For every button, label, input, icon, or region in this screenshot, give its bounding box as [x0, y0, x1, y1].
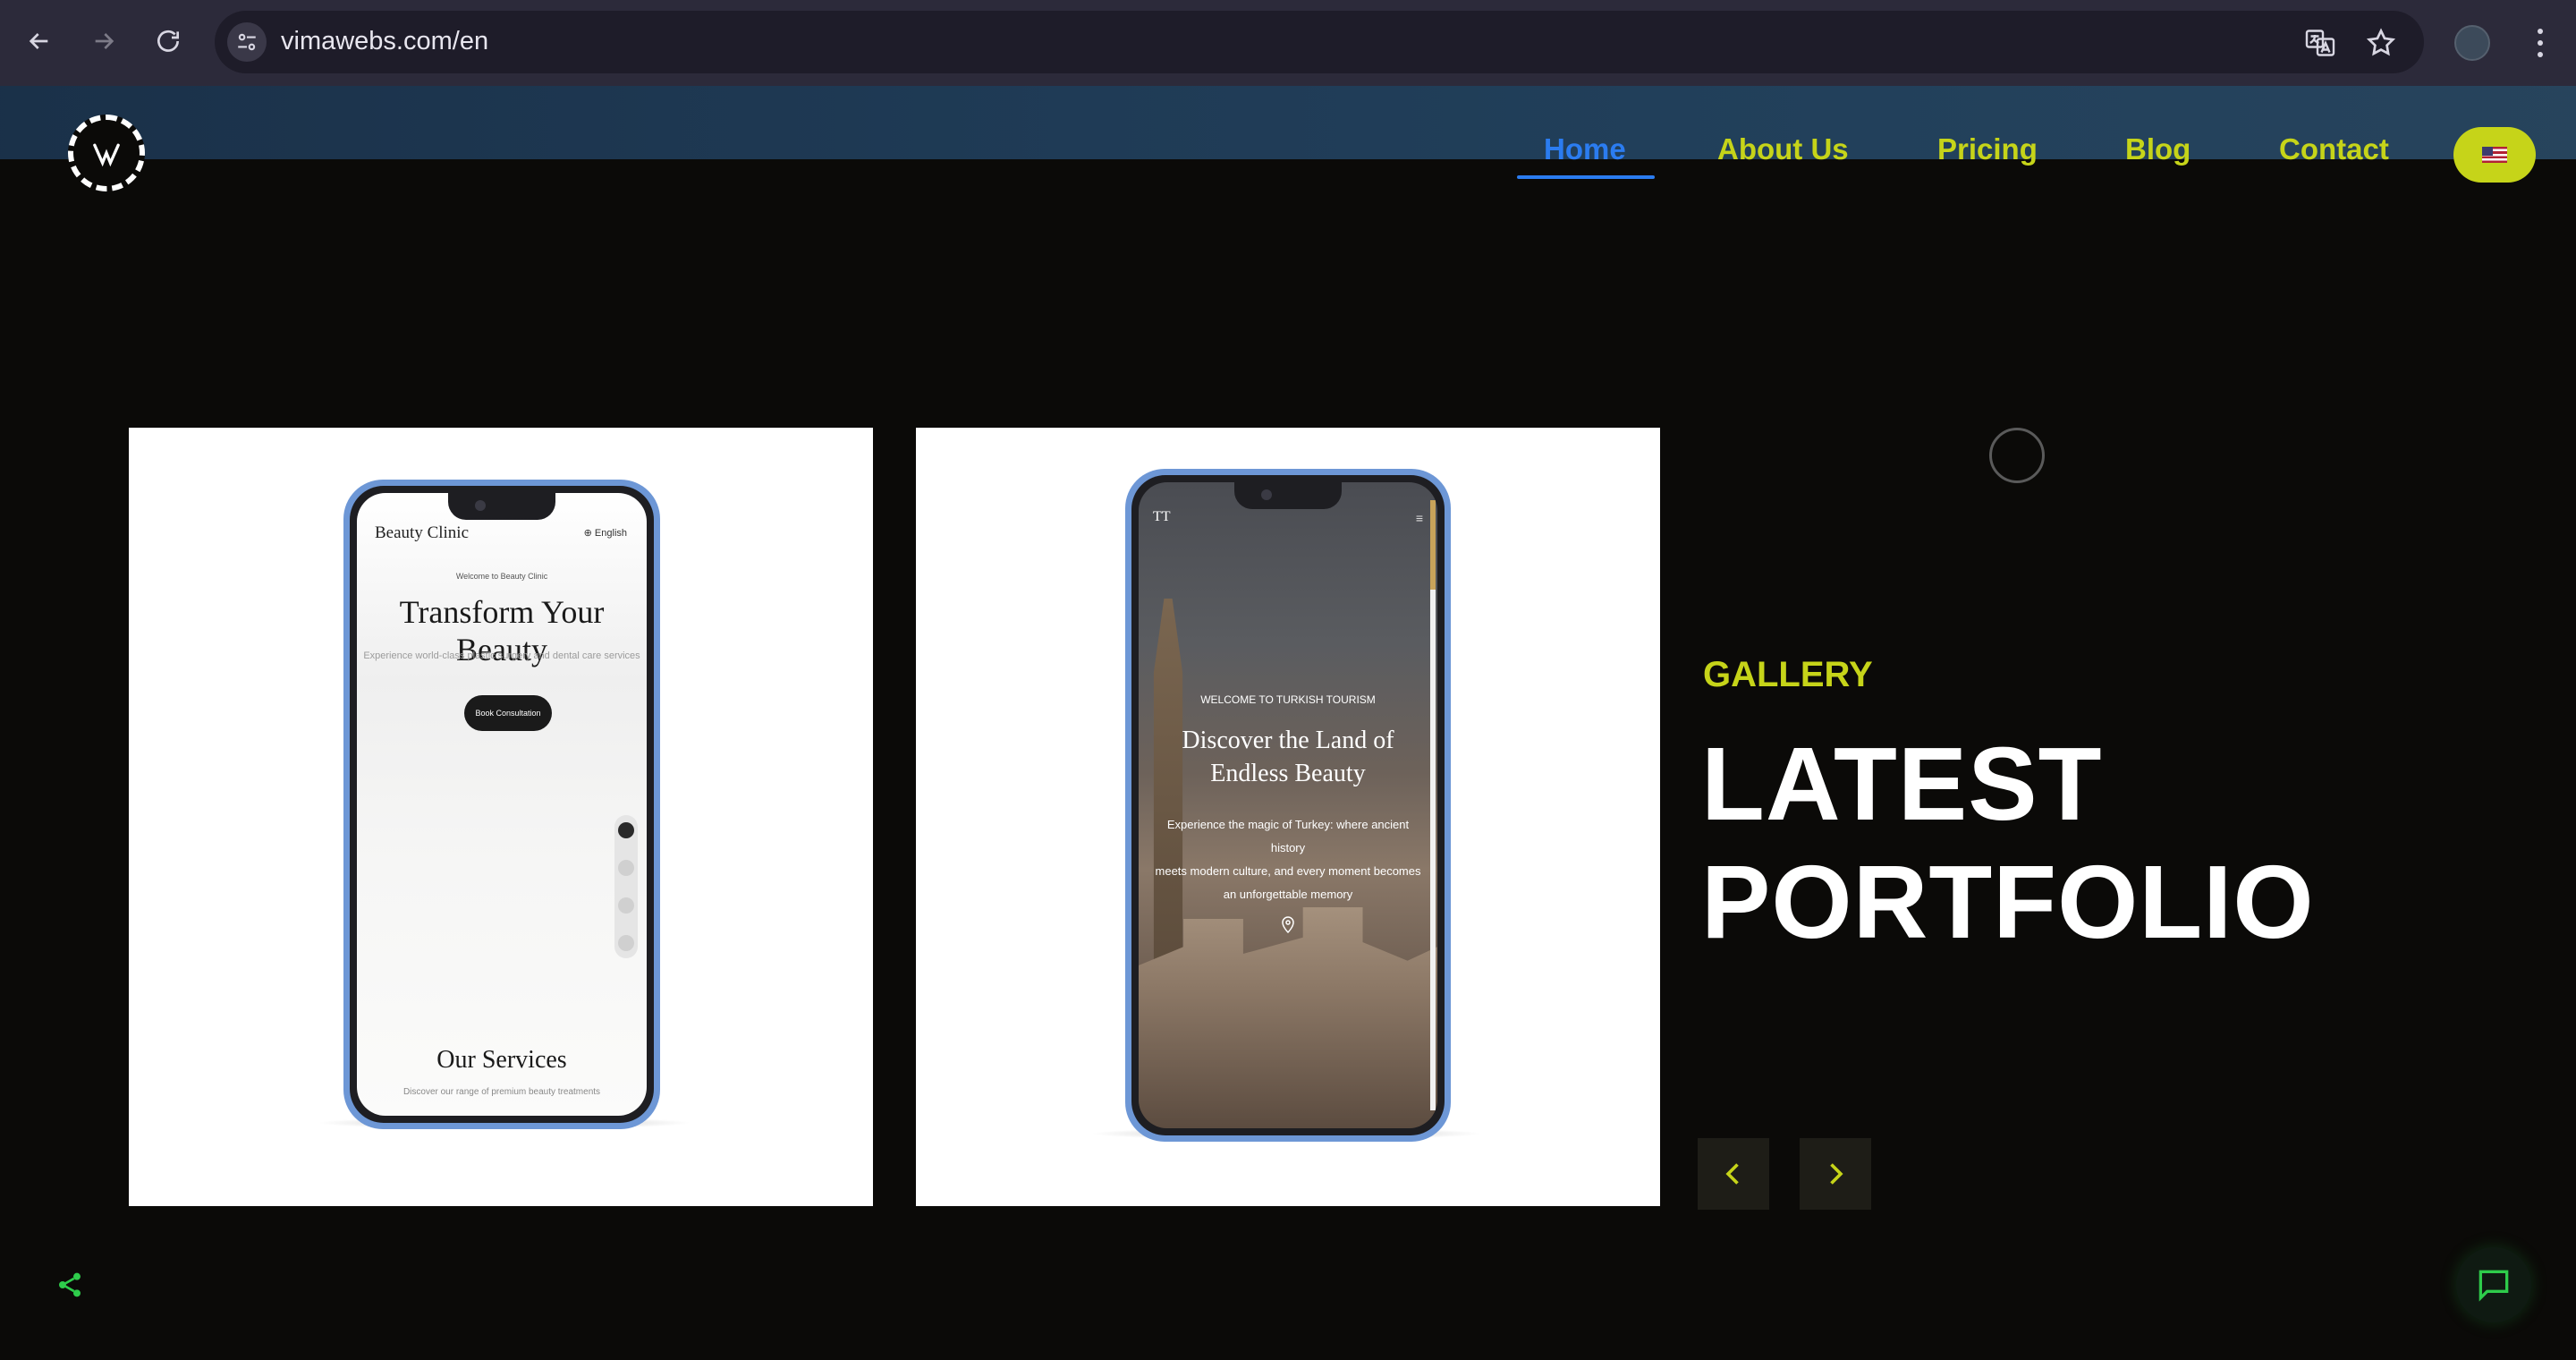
logo-icon: [93, 143, 120, 167]
browser-toolbar: vimawebs.com/en: [0, 0, 2576, 86]
bookmark-button[interactable]: [2365, 27, 2397, 59]
phone-mockup: TT ≡ WELCOME TO TURKISH TOURISM Discover…: [1125, 469, 1451, 1142]
dot-icon: [2538, 40, 2543, 46]
mock-description: Experience the magic of Turkey: where an…: [1155, 818, 1421, 901]
mock-cta-button: Book Consultation: [464, 695, 552, 731]
arrow-right-icon: [95, 33, 114, 49]
carousel-prev-button[interactable]: [1698, 1138, 1769, 1210]
section-label: GALLERY: [1703, 655, 1873, 694]
forward-button[interactable]: [82, 20, 125, 63]
arrow-left-icon: [29, 33, 48, 49]
dollar-icon: [618, 897, 634, 914]
dot-icon: [2538, 52, 2543, 57]
nav-contact[interactable]: Contact: [2279, 132, 2389, 166]
portfolio-card-turkish-tourism[interactable]: TT ≡ WELCOME TO TURKISH TOURISM Discover…: [916, 428, 1660, 1206]
globe-icon: ⊕: [583, 528, 595, 539]
website-page: Home About Us Pricing Blog Contact Beaut…: [0, 86, 2576, 1360]
share-button[interactable]: [55, 1271, 84, 1299]
chat-icon: [618, 935, 634, 951]
profile-avatar[interactable]: [2454, 25, 2490, 61]
home-icon: [618, 822, 634, 838]
location-pin-icon: [1282, 916, 1294, 933]
mock-scrollbar: [1430, 590, 1436, 1110]
mock-subtitle: Experience world-class plastic surgery a…: [363, 650, 640, 661]
mock-language: ⊕ English: [583, 528, 627, 539]
mock-logo: TT: [1153, 509, 1171, 524]
mock-welcome: WELCOME TO TURKISH TOURISM: [1200, 693, 1376, 706]
phone-notch: [1234, 482, 1342, 509]
url-text[interactable]: vimawebs.com/en: [281, 27, 488, 56]
nav-pricing[interactable]: Pricing: [1937, 132, 2038, 166]
chat-widget-button[interactable]: [2456, 1247, 2531, 1322]
reload-icon: [157, 30, 179, 52]
browser-menu-button[interactable]: [2522, 23, 2558, 63]
star-icon: [2366, 28, 2396, 56]
dot-icon: [2538, 29, 2543, 34]
mock-side-dock: [614, 815, 638, 958]
site-logo[interactable]: [68, 115, 145, 191]
portfolio-card-beauty-clinic[interactable]: Beauty Clinic ⊕ English Welcome to Beaut…: [129, 428, 873, 1206]
mock-services-title: Our Services: [436, 1046, 567, 1074]
site-settings-button[interactable]: [227, 22, 267, 62]
mock-welcome: Welcome to Beauty Clinic: [455, 572, 548, 581]
mock-scroll-indicator: [1430, 500, 1436, 590]
translate-icon: [2305, 30, 2335, 56]
mock-title: Discover the Land of Endless Beauty: [1182, 727, 1394, 787]
nav-home[interactable]: Home: [1544, 132, 1626, 166]
chevron-left-icon: [1725, 1163, 1739, 1185]
phone-mockup: Beauty Clinic ⊕ English Welcome to Beaut…: [343, 480, 660, 1129]
mock-services-subtitle: Discover our range of premium beauty tre…: [402, 1087, 601, 1097]
chevron-right-icon: [1830, 1163, 1843, 1185]
mock-brand: Beauty Clinic: [375, 523, 470, 542]
phone-screen: Beauty Clinic ⊕ English Welcome to Beaut…: [357, 493, 647, 1116]
back-button[interactable]: [18, 20, 61, 63]
translate-button[interactable]: [2304, 27, 2336, 59]
carousel-next-button[interactable]: [1800, 1138, 1871, 1210]
nav-active-underline: [1517, 175, 1655, 179]
tool-icon: [618, 860, 634, 876]
nav-blog[interactable]: Blog: [2125, 132, 2190, 166]
reload-button[interactable]: [147, 20, 190, 63]
phone-screen: TT ≡ WELCOME TO TURKISH TOURISM Discover…: [1139, 482, 1437, 1128]
us-flag-icon: [2482, 147, 2507, 163]
nav-about-us[interactable]: About Us: [1717, 132, 1849, 166]
section-headline: LATEST PORTFOLIO: [1701, 726, 2315, 960]
cursor-follower-ring: [1989, 428, 2045, 483]
phone-notch: [448, 493, 555, 520]
hamburger-icon: ≡: [1415, 511, 1423, 525]
address-bar[interactable]: vimawebs.com/en: [215, 11, 2424, 73]
chat-bubble-icon: [2479, 1270, 2509, 1302]
share-icon: [59, 1272, 80, 1297]
tune-icon: [238, 33, 256, 51]
language-switch-button[interactable]: [2453, 127, 2536, 183]
